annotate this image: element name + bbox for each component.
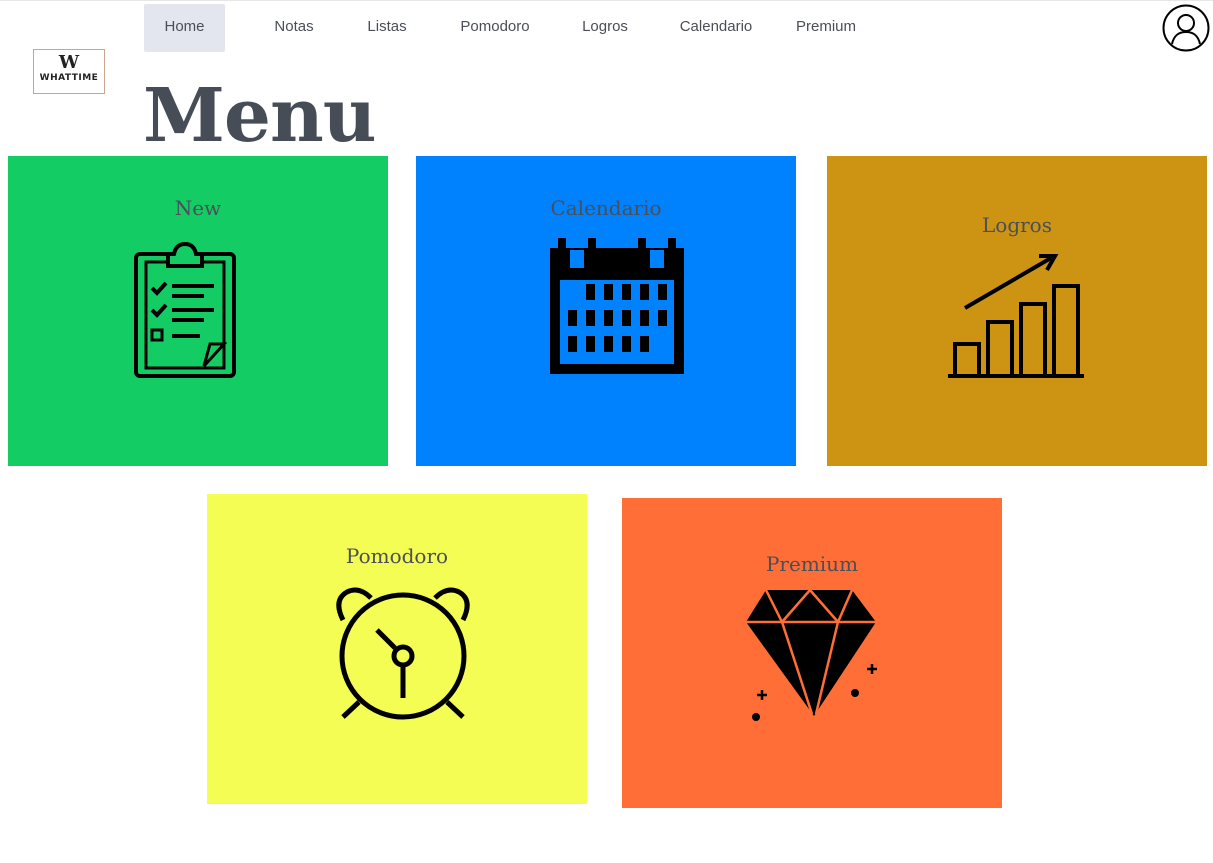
diamond-icon (746, 589, 877, 721)
card-premium-title: Premium (765, 552, 859, 576)
card-new[interactable]: New (8, 156, 388, 466)
logo-text: WHATTIME (39, 73, 99, 83)
alarm-clock-icon (336, 587, 470, 720)
user-avatar-icon[interactable] (1162, 4, 1210, 52)
nav-premium[interactable]: Premium (786, 4, 866, 52)
top-border (0, 0, 1213, 1)
nav-home[interactable]: Home (144, 4, 225, 52)
logo-letter: W (58, 52, 80, 73)
clipboard-checklist-icon (134, 241, 236, 378)
card-premium[interactable]: Premium (622, 498, 1002, 808)
card-logros-title: Logros (982, 213, 1052, 237)
nav-notas[interactable]: Notas (259, 4, 329, 52)
brand-logo[interactable]: W WHATTIME (33, 49, 105, 94)
growth-chart-icon (948, 254, 1084, 378)
card-pomodoro-title: Pomodoro (345, 544, 449, 568)
nav-listas[interactable]: Listas (352, 4, 422, 52)
nav-pomodoro[interactable]: Pomodoro (449, 4, 541, 52)
card-pomodoro[interactable]: Pomodoro (207, 494, 587, 804)
page-title: Menu (143, 73, 377, 159)
nav-calendario[interactable]: Calendario (670, 4, 762, 52)
card-logros[interactable]: Logros (827, 156, 1207, 466)
card-calendario-title: Calendario (550, 196, 662, 220)
card-calendario[interactable]: Calendario (416, 156, 796, 466)
nav-logros[interactable]: Logros (570, 4, 640, 52)
card-new-title: New (174, 196, 222, 220)
calendar-icon (550, 238, 684, 374)
